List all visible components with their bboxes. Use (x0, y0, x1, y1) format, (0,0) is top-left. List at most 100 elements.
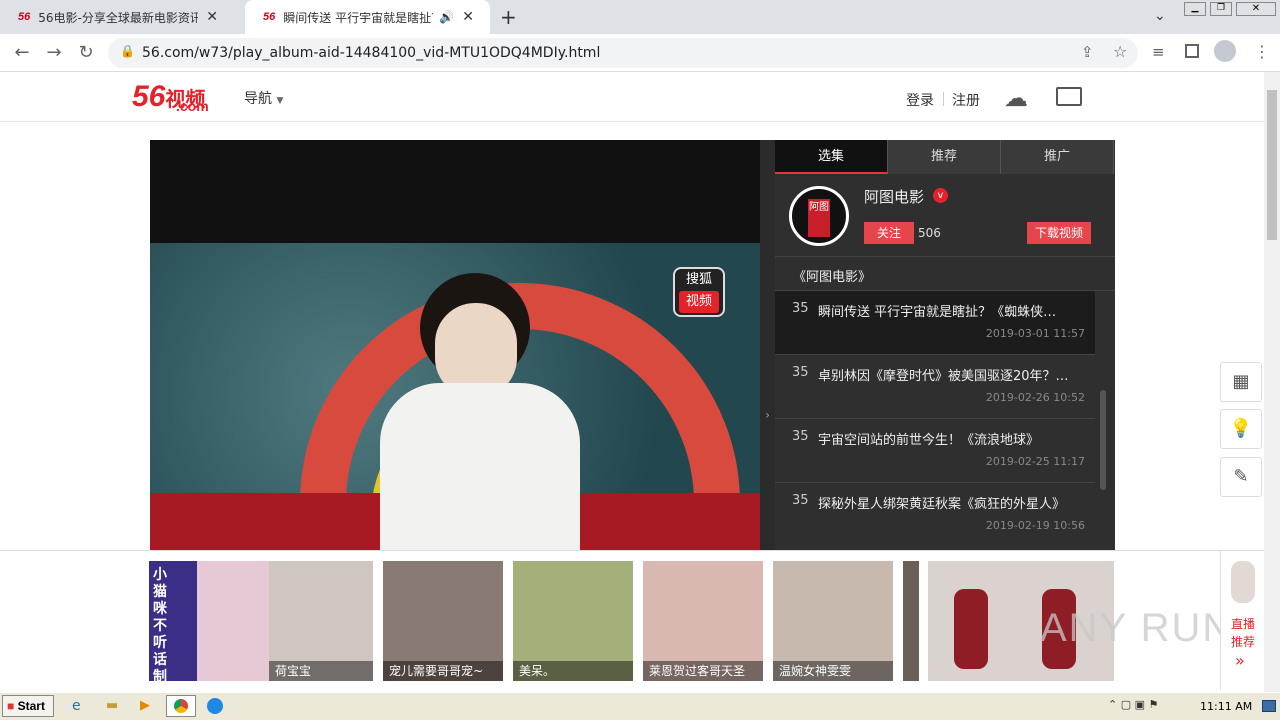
lock-icon[interactable]: 🔒 (120, 44, 135, 58)
media-control-icon[interactable]: ≡ (1152, 43, 1165, 61)
promo-photo (197, 561, 269, 681)
episode-number: 35 (792, 493, 809, 508)
ie-icon[interactable]: e (72, 698, 81, 714)
episode-item[interactable]: 35 瞬间传送 平行宇宙就是瞎扯？《蜘蛛侠… 2019-03-01 11:57 (775, 291, 1095, 355)
close-tab-icon[interactable]: ✕ (206, 9, 218, 25)
episode-item[interactable]: 35 卓别林因《摩登时代》被美国驱逐20年？… 2019-02-26 10:52 (775, 355, 1095, 419)
live-thumb[interactable]: 宠儿需要哥哥宠~ (383, 561, 503, 681)
promo-banner[interactable]: 小猫咪不听话制服！ (149, 561, 269, 681)
live-thumb[interactable]: 美呆。 (513, 561, 633, 681)
back-icon[interactable]: ← (10, 41, 34, 65)
chrome-taskbar-button[interactable] (166, 695, 196, 717)
bookmark-star-icon[interactable]: ☆ (1113, 42, 1127, 61)
episode-title: 瞬间传送 平行宇宙就是瞎扯？《蜘蛛侠… (818, 305, 1057, 320)
watermark-top: 搜狐 (685, 272, 712, 287)
site-favicon-icon: 56 (263, 11, 276, 23)
lightbulb-icon[interactable]: 💡 (1220, 409, 1262, 449)
login-link[interactable]: 登录 (906, 90, 934, 110)
browser-tab-2[interactable]: 56 瞬间传送 平行宇宙就是瞎扯？ 🔊 ✕ (245, 0, 490, 34)
scrollbar-thumb[interactable] (1267, 90, 1277, 240)
episode-title: 宇宙空间站的前世今生！《流浪地球》 (818, 433, 1040, 448)
episode-item[interactable]: 35 宇宙空间站的前世今生！《流浪地球》 2019-02-25 11:17 (775, 419, 1095, 483)
site-logo[interactable]: 56视频 .com (132, 80, 209, 114)
live-label: 直播 (1231, 617, 1256, 631)
channel-name[interactable]: 阿图电影 (864, 186, 924, 207)
new-tab-button[interactable]: + (500, 5, 517, 29)
panel-scrollbar[interactable] (1100, 390, 1106, 490)
page-scrollbar[interactable] (1264, 72, 1280, 692)
divider (775, 256, 1115, 257)
windows-logo-icon: ■ (7, 699, 15, 713)
episode-number: 35 (792, 301, 809, 316)
recommend-label: 推荐 (1231, 635, 1256, 649)
browser-tab-1[interactable]: 56 56电影-分享全球最新电影资讯，实时 ✕ (0, 0, 245, 34)
playlist-panel: 选集 推荐 推广 阿图 阿图电影 v 关注 506 下载视频 《阿图电影》 35… (775, 140, 1115, 550)
show-desktop-icon[interactable] (1262, 700, 1276, 712)
tab-recommend[interactable]: 推荐 (888, 140, 1001, 174)
channel-avatar[interactable]: 阿图 (789, 186, 849, 246)
episode-date: 2019-02-19 10:56 (985, 519, 1085, 532)
sohu-video-watermark: 搜狐 视频 (673, 267, 725, 317)
follower-count: 506 (918, 226, 941, 240)
register-link[interactable]: 注册 (952, 90, 980, 110)
thumb-caption: 温婉女神雯雯 (773, 661, 893, 681)
minimize-icon[interactable]: ▁ (1184, 2, 1206, 16)
episode-title: 探秘外星人绑架黄廷秋案《疯狂的外星人》 (818, 497, 1066, 512)
profile-avatar-icon[interactable] (1214, 40, 1236, 62)
qr-code-icon[interactable]: ▦ (1220, 362, 1262, 402)
caret-down-icon: ▼ (276, 96, 284, 106)
live-thumb[interactable]: 莱恩贺过客哥天圣 (643, 561, 763, 681)
speaker-icon[interactable]: 🔊 (439, 10, 454, 24)
start-label: Start (17, 699, 45, 713)
presenter-shirt (380, 383, 580, 550)
thumb-caption: 荷宝宝 (269, 661, 373, 681)
upload-cloud-icon[interactable]: ☁ (1004, 84, 1028, 112)
episode-item[interactable]: 35 探秘外星人绑架黄廷秋案《疯狂的外星人》 2019-02-19 10:56 (775, 483, 1095, 547)
video-frame: 搜狐 视频 (150, 243, 760, 550)
share-icon[interactable]: ⇪ (1081, 43, 1094, 61)
close-tab-icon[interactable]: ✕ (462, 9, 474, 25)
tab-title: 瞬间传送 平行宇宙就是瞎扯？ (283, 10, 434, 25)
live-host-avatar (1231, 561, 1255, 603)
forward-icon[interactable]: → (42, 41, 66, 65)
tab-episodes[interactable]: 选集 (775, 140, 888, 174)
video-player[interactable]: 搜狐 视频 (150, 140, 760, 550)
tab-promote[interactable]: 推广 (1001, 140, 1114, 174)
logo-com: .com (176, 98, 209, 114)
live-thumb[interactable] (903, 561, 919, 681)
thumb-caption: 宠儿需要哥哥宠~ (383, 661, 503, 681)
tray-icons[interactable]: ⌃ ▢ ▣ ⚑ (1108, 698, 1158, 711)
side-panel-icon[interactable] (1185, 44, 1199, 58)
follow-button[interactable]: 关注 (864, 222, 914, 244)
folder-icon[interactable]: ▬ (106, 698, 118, 713)
episode-number: 35 (792, 429, 809, 444)
reload-icon[interactable]: ↻ (74, 41, 98, 65)
feedback-edit-icon[interactable]: ✎ (1220, 457, 1262, 497)
live-sidebar[interactable]: 直播 推荐 » (1220, 551, 1264, 690)
live-thumb[interactable]: 温婉女神雯雯 (773, 561, 893, 681)
live-thumb[interactable]: 荷宝宝 (269, 561, 373, 681)
mail-icon[interactable] (1056, 87, 1082, 106)
edge-icon[interactable] (207, 698, 223, 714)
watermark-bottom: 视频 (679, 291, 719, 313)
media-player-icon[interactable]: ▶ (140, 698, 150, 713)
episode-date: 2019-03-01 11:57 (985, 327, 1085, 340)
start-button[interactable]: ■ Start (2, 695, 54, 717)
promo-banner-text: 小猫咪不听话制服！ (153, 567, 167, 681)
download-video-button[interactable]: 下载视频 (1027, 222, 1091, 244)
clock: 11:11 AM (1200, 700, 1253, 713)
header-divider (0, 121, 1264, 122)
thumb-caption: 莱恩贺过客哥天圣 (643, 661, 763, 681)
episode-date: 2019-02-26 10:52 (985, 391, 1085, 404)
anyrun-watermark: ANY RUN (1040, 606, 1234, 650)
close-window-icon[interactable]: ✕ (1236, 2, 1276, 16)
episode-title: 卓别林因《摩登时代》被美国驱逐20年？… (818, 369, 1069, 384)
collapse-panel-toggle[interactable]: › (760, 140, 775, 550)
more-arrows-icon[interactable]: » (1235, 651, 1245, 670)
restore-icon[interactable]: ❐ (1210, 2, 1232, 16)
nav-dropdown[interactable]: 导航 ▼ (244, 88, 283, 108)
menu-kebab-icon[interactable]: ⋮ (1254, 42, 1270, 61)
url-text[interactable]: 56.com/w73/play_album-aid-14484100_vid-M… (142, 45, 600, 61)
episode-number: 35 (792, 365, 809, 380)
tab-search-chevron-icon[interactable]: ⌄ (1154, 8, 1166, 24)
